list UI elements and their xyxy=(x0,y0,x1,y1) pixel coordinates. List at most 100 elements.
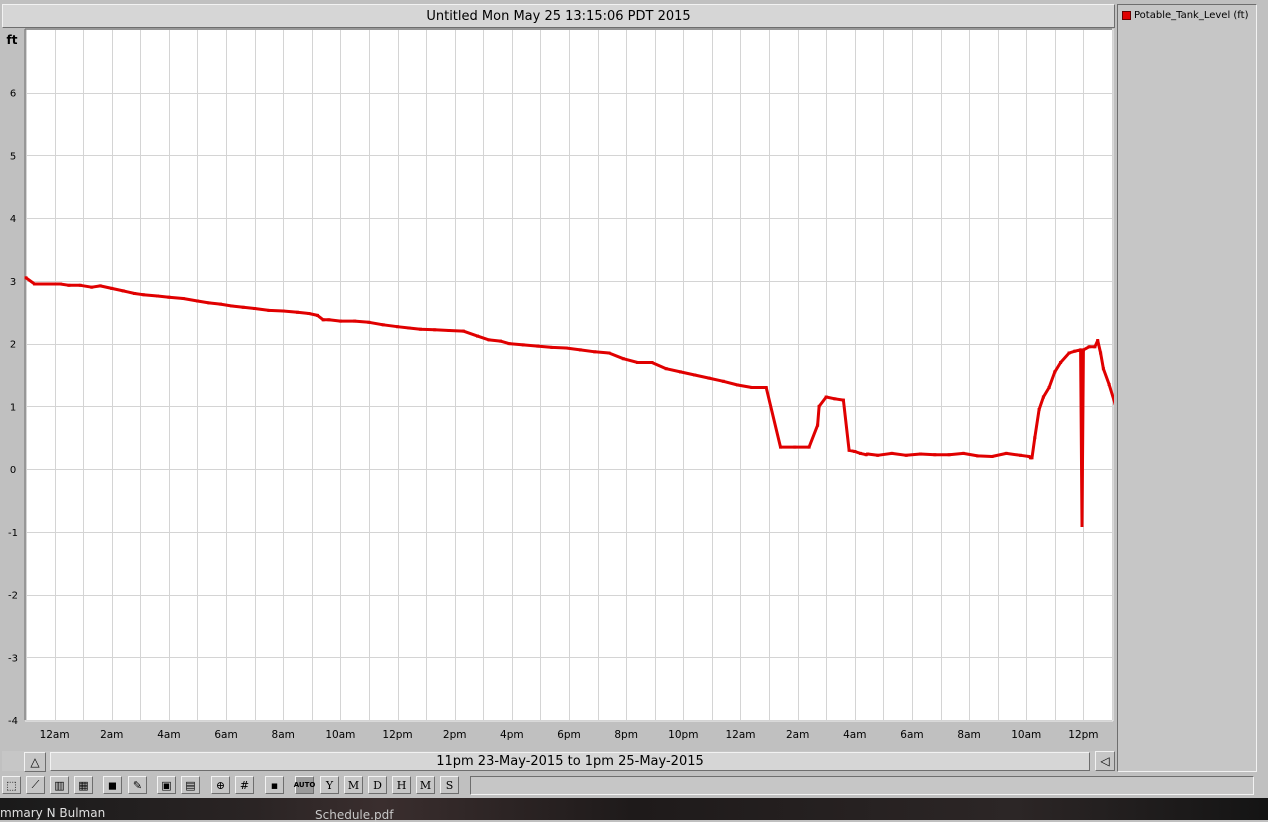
data-point[interactable] xyxy=(307,312,311,315)
data-point[interactable] xyxy=(487,338,491,342)
data-point[interactable] xyxy=(1099,351,1103,355)
data-point[interactable] xyxy=(381,323,385,327)
year-button[interactable]: Y xyxy=(320,776,339,794)
data-point[interactable] xyxy=(1033,436,1037,440)
data-point[interactable] xyxy=(1019,453,1022,457)
data-point[interactable] xyxy=(1047,386,1051,389)
data-point[interactable] xyxy=(1030,456,1034,460)
data-point[interactable] xyxy=(593,350,597,354)
data-point[interactable] xyxy=(621,357,625,361)
data-point[interactable] xyxy=(933,453,937,457)
save-icon[interactable]: ▪ xyxy=(265,776,284,794)
data-point[interactable] xyxy=(181,297,185,300)
day-button[interactable]: D xyxy=(368,776,387,794)
copy-icon[interactable]: ▣ xyxy=(157,776,176,794)
scroll-left-button[interactable]: ◁ xyxy=(1095,751,1115,771)
data-point[interactable] xyxy=(1096,339,1100,342)
data-point[interactable] xyxy=(721,379,725,383)
data-point[interactable] xyxy=(407,326,411,330)
data-point[interactable] xyxy=(841,398,845,402)
data-point[interactable] xyxy=(98,284,102,288)
data-point[interactable] xyxy=(1041,395,1045,399)
data-point[interactable] xyxy=(1080,524,1084,527)
scroll-up-button[interactable]: △ xyxy=(24,752,46,772)
data-point[interactable] xyxy=(736,383,740,387)
data-point[interactable] xyxy=(816,423,820,427)
plot-type-bar-icon[interactable]: ▥ xyxy=(50,776,69,794)
data-point[interactable] xyxy=(807,445,811,449)
data-point[interactable] xyxy=(904,453,908,457)
taskbar-item-left[interactable]: mmary N Bulman xyxy=(0,806,105,820)
data-point[interactable] xyxy=(33,282,37,286)
data-point[interactable] xyxy=(793,445,797,449)
data-point[interactable] xyxy=(1037,408,1041,411)
data-point[interactable] xyxy=(156,294,159,298)
data-point[interactable] xyxy=(679,370,682,374)
data-point[interactable] xyxy=(866,452,870,456)
month-button[interactable]: M xyxy=(344,776,363,794)
data-point[interactable] xyxy=(550,345,554,349)
data-point[interactable] xyxy=(507,342,511,346)
cube-icon[interactable]: ◼ xyxy=(103,776,122,794)
second-button[interactable]: S xyxy=(440,776,459,794)
data-point[interactable] xyxy=(78,283,82,287)
data-point[interactable] xyxy=(853,450,857,453)
data-point[interactable] xyxy=(296,310,299,314)
data-point[interactable] xyxy=(24,276,28,280)
data-point[interactable] xyxy=(1079,348,1083,352)
data-point[interactable] xyxy=(564,346,568,350)
data-point[interactable] xyxy=(196,299,199,303)
data-point[interactable] xyxy=(521,343,525,347)
data-point[interactable] xyxy=(133,292,137,295)
data-point[interactable] xyxy=(536,344,540,348)
data-point[interactable] xyxy=(338,319,342,323)
data-point[interactable] xyxy=(1093,345,1097,349)
data-point[interactable] xyxy=(607,351,611,355)
data-point[interactable] xyxy=(817,404,821,408)
data-point[interactable] xyxy=(707,376,711,380)
data-point[interactable] xyxy=(396,325,399,329)
data-point[interactable] xyxy=(418,327,422,331)
grid-icon[interactable]: # xyxy=(235,776,254,794)
data-point[interactable] xyxy=(1059,361,1063,364)
data-point[interactable] xyxy=(1087,345,1091,349)
data-point[interactable] xyxy=(578,348,582,352)
data-point[interactable] xyxy=(230,304,234,308)
data-point[interactable] xyxy=(207,301,211,305)
data-point[interactable] xyxy=(327,318,331,322)
data-point[interactable] xyxy=(281,309,285,313)
data-point[interactable] xyxy=(447,329,451,332)
data-point[interactable] xyxy=(779,445,782,449)
data-point[interactable] xyxy=(461,329,465,333)
auto-scale-button[interactable]: AUTO xyxy=(294,776,315,794)
data-point[interactable] xyxy=(947,453,951,457)
data-point[interactable] xyxy=(919,452,922,456)
data-point[interactable] xyxy=(833,397,837,401)
data-point[interactable] xyxy=(976,454,980,458)
data-point[interactable] xyxy=(167,295,171,299)
minute-button[interactable]: M xyxy=(416,776,435,794)
data-point[interactable] xyxy=(1101,367,1105,371)
data-point[interactable] xyxy=(353,319,357,323)
plot-type-table-icon[interactable]: ▦ xyxy=(74,776,93,794)
data-point[interactable] xyxy=(47,282,51,286)
data-point[interactable] xyxy=(1053,370,1057,374)
data-point[interactable] xyxy=(498,339,502,343)
data-point[interactable] xyxy=(961,451,965,455)
data-point[interactable] xyxy=(990,455,994,458)
legend-item[interactable]: Potable_Tank_Level (ft) xyxy=(1122,10,1248,21)
data-point[interactable] xyxy=(253,307,257,310)
data-point[interactable] xyxy=(141,293,145,297)
data-point[interactable] xyxy=(764,386,768,389)
plot-frame[interactable]: -4 -3 -2 -1 0 1 2 3 4 5 6 ft 12am 2am 4am 6am 8am 10am 12p… xyxy=(1,28,1114,748)
data-point[interactable] xyxy=(1067,351,1071,355)
data-point[interactable] xyxy=(90,285,94,289)
data-point[interactable] xyxy=(876,453,880,457)
plot-type-line-icon[interactable]: ⬚ xyxy=(2,776,21,794)
data-point[interactable] xyxy=(750,386,754,389)
data-point[interactable] xyxy=(67,283,71,287)
data-point[interactable] xyxy=(847,448,851,452)
plot-type-area-icon[interactable]: ⟋ xyxy=(26,776,45,794)
data-point[interactable] xyxy=(664,367,668,371)
data-point[interactable] xyxy=(859,451,862,455)
